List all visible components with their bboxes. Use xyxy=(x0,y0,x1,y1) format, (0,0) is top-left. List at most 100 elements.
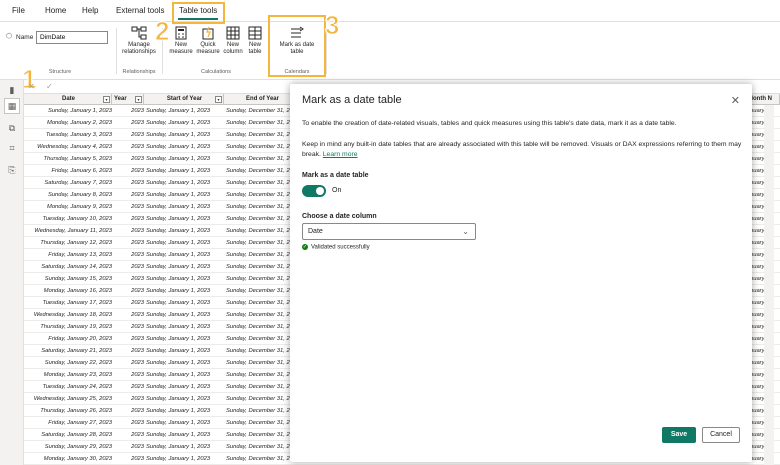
new-table-button[interactable]: New table xyxy=(246,26,264,56)
learn-more-link[interactable]: Learn more xyxy=(323,151,358,158)
table-name-input[interactable] xyxy=(36,31,108,44)
save-button[interactable]: Save xyxy=(662,427,696,443)
table-cell[interactable]: 2023 xyxy=(114,249,144,261)
new-column-button[interactable]: New column xyxy=(222,26,244,56)
table-cell[interactable]: Sunday, January 1, 2023 xyxy=(146,273,224,285)
tab-home[interactable]: Home xyxy=(45,6,66,15)
model-view-icon[interactable]: ⧉ xyxy=(4,120,20,136)
table-cell[interactable]: Sunday, January 1, 2023 xyxy=(146,297,224,309)
table-cell[interactable]: Sunday, January 1, 2023 xyxy=(146,453,224,465)
table-cell[interactable]: Sunday, January 1, 2023 xyxy=(146,309,224,321)
tab-external-tools[interactable]: External tools xyxy=(116,6,164,15)
tab-help[interactable]: Help xyxy=(82,6,98,15)
table-cell[interactable]: 2023 xyxy=(114,321,144,333)
table-cell[interactable]: 2023 xyxy=(114,225,144,237)
table-cell[interactable]: Friday, January 6, 2023 xyxy=(26,165,112,177)
table-cell[interactable]: Sunday, January 1, 2023 xyxy=(146,285,224,297)
manage-relationships-button[interactable]: Manage relationships xyxy=(118,26,160,56)
table-cell[interactable]: Friday, January 27, 2023 xyxy=(26,417,112,429)
table-cell[interactable]: Monday, January 23, 2023 xyxy=(26,369,112,381)
table-cell[interactable]: Sunday, January 1, 2023 xyxy=(146,249,224,261)
filter-dropdown-icon[interactable]: ▾ xyxy=(103,96,110,103)
table-cell[interactable]: Sunday, January 1, 2023 xyxy=(146,213,224,225)
table-cell[interactable]: 2023 xyxy=(114,165,144,177)
table-cell[interactable]: 2023 xyxy=(114,273,144,285)
table-cell[interactable]: Monday, January 16, 2023 xyxy=(26,285,112,297)
table-cell[interactable]: 2023 xyxy=(114,297,144,309)
table-cell[interactable]: Sunday, January 1, 2023 xyxy=(146,345,224,357)
table-cell[interactable]: 2023 xyxy=(114,105,144,117)
table-cell[interactable]: Friday, January 20, 2023 xyxy=(26,333,112,345)
table-cell[interactable]: Sunday, January 1, 2023 xyxy=(26,105,112,117)
filter-dropdown-icon[interactable]: ▾ xyxy=(215,96,222,103)
close-icon[interactable]: ✕ xyxy=(731,94,740,107)
table-cell[interactable]: Wednesday, January 4, 2023 xyxy=(26,141,112,153)
table-cell[interactable]: 2023 xyxy=(114,117,144,129)
table-cell[interactable]: Saturday, January 28, 2023 xyxy=(26,429,112,441)
table-cell[interactable]: Wednesday, January 25, 2023 xyxy=(26,393,112,405)
table-cell[interactable]: 2023 xyxy=(114,237,144,249)
table-cell[interactable]: Tuesday, January 10, 2023 xyxy=(26,213,112,225)
filter-dropdown-icon[interactable]: ▾ xyxy=(135,96,142,103)
table-view-icon[interactable]: ▦ xyxy=(4,98,20,114)
table-cell[interactable]: Sunday, January 1, 2023 xyxy=(146,225,224,237)
table-cell[interactable]: 2023 xyxy=(114,189,144,201)
table-cell[interactable]: Sunday, January 1, 2023 xyxy=(146,405,224,417)
table-cell[interactable]: Sunday, January 1, 2023 xyxy=(146,177,224,189)
tmdl-view-icon[interactable]: ⎘ xyxy=(4,162,20,178)
table-cell[interactable]: Saturday, January 21, 2023 xyxy=(26,345,112,357)
header-end-of-year[interactable]: End of Year▾ xyxy=(224,94,300,105)
table-cell[interactable]: 2023 xyxy=(114,453,144,465)
table-cell[interactable]: Saturday, January 14, 2023 xyxy=(26,261,112,273)
tab-file[interactable]: File xyxy=(12,6,25,15)
table-cell[interactable]: Sunday, January 1, 2023 xyxy=(146,129,224,141)
new-measure-button[interactable]: New measure xyxy=(168,26,194,56)
table-cell[interactable]: 2023 xyxy=(114,261,144,273)
table-cell[interactable]: Friday, January 13, 2023 xyxy=(26,249,112,261)
dax-query-icon[interactable]: ⌗ xyxy=(4,140,20,156)
header-start-of-year[interactable]: Start of Year ▾ xyxy=(144,94,224,105)
table-cell[interactable]: Sunday, January 1, 2023 xyxy=(146,417,224,429)
table-cell[interactable]: Sunday, January 1, 2023 xyxy=(146,189,224,201)
table-cell[interactable]: Monday, January 2, 2023 xyxy=(26,117,112,129)
table-cell[interactable]: 2023 xyxy=(114,369,144,381)
table-cell[interactable]: Sunday, January 15, 2023 xyxy=(26,273,112,285)
table-cell[interactable]: Sunday, January 1, 2023 xyxy=(146,441,224,453)
table-cell[interactable]: Tuesday, January 24, 2023 xyxy=(26,381,112,393)
table-cell[interactable]: Sunday, January 1, 2023 xyxy=(146,381,224,393)
table-cell[interactable]: 2023 xyxy=(114,153,144,165)
vertical-scrollbar[interactable] xyxy=(764,105,774,465)
table-cell[interactable]: 2023 xyxy=(114,393,144,405)
table-cell[interactable]: Thursday, January 26, 2023 xyxy=(26,405,112,417)
table-cell[interactable]: 2023 xyxy=(114,441,144,453)
table-cell[interactable]: 2023 xyxy=(114,177,144,189)
table-cell[interactable]: Sunday, January 1, 2023 xyxy=(146,369,224,381)
table-cell[interactable]: 2023 xyxy=(114,405,144,417)
table-cell[interactable]: Sunday, January 22, 2023 xyxy=(26,357,112,369)
report-view-icon[interactable]: ▮ xyxy=(4,82,20,98)
table-cell[interactable]: 2023 xyxy=(114,201,144,213)
table-cell[interactable]: Thursday, January 19, 2023 xyxy=(26,321,112,333)
table-cell[interactable]: Sunday, January 1, 2023 xyxy=(146,261,224,273)
table-cell[interactable]: Sunday, January 1, 2023 xyxy=(146,105,224,117)
table-cell[interactable]: 2023 xyxy=(114,417,144,429)
table-cell[interactable]: Sunday, January 1, 2023 xyxy=(146,429,224,441)
table-cell[interactable]: 2023 xyxy=(114,381,144,393)
table-cell[interactable]: 2023 xyxy=(114,345,144,357)
quick-measure-button[interactable]: Quick measure xyxy=(196,26,220,56)
table-cell[interactable]: 2023 xyxy=(114,309,144,321)
table-cell[interactable]: Sunday, January 1, 2023 xyxy=(146,153,224,165)
cancel-button[interactable]: Cancel xyxy=(702,427,740,443)
table-cell[interactable]: Sunday, January 1, 2023 xyxy=(146,393,224,405)
table-cell[interactable]: 2023 xyxy=(114,357,144,369)
mark-date-table-toggle[interactable] xyxy=(302,185,326,197)
table-cell[interactable]: 2023 xyxy=(114,129,144,141)
table-cell[interactable]: Monday, January 9, 2023 xyxy=(26,201,112,213)
table-cell[interactable]: Tuesday, January 3, 2023 xyxy=(26,129,112,141)
table-cell[interactable]: Sunday, January 1, 2023 xyxy=(146,141,224,153)
table-cell[interactable]: Sunday, January 1, 2023 xyxy=(146,237,224,249)
table-cell[interactable]: Sunday, January 1, 2023 xyxy=(146,357,224,369)
table-cell[interactable]: Saturday, January 7, 2023 xyxy=(26,177,112,189)
table-cell[interactable]: Tuesday, January 17, 2023 xyxy=(26,297,112,309)
table-cell[interactable]: Sunday, January 8, 2023 xyxy=(26,189,112,201)
